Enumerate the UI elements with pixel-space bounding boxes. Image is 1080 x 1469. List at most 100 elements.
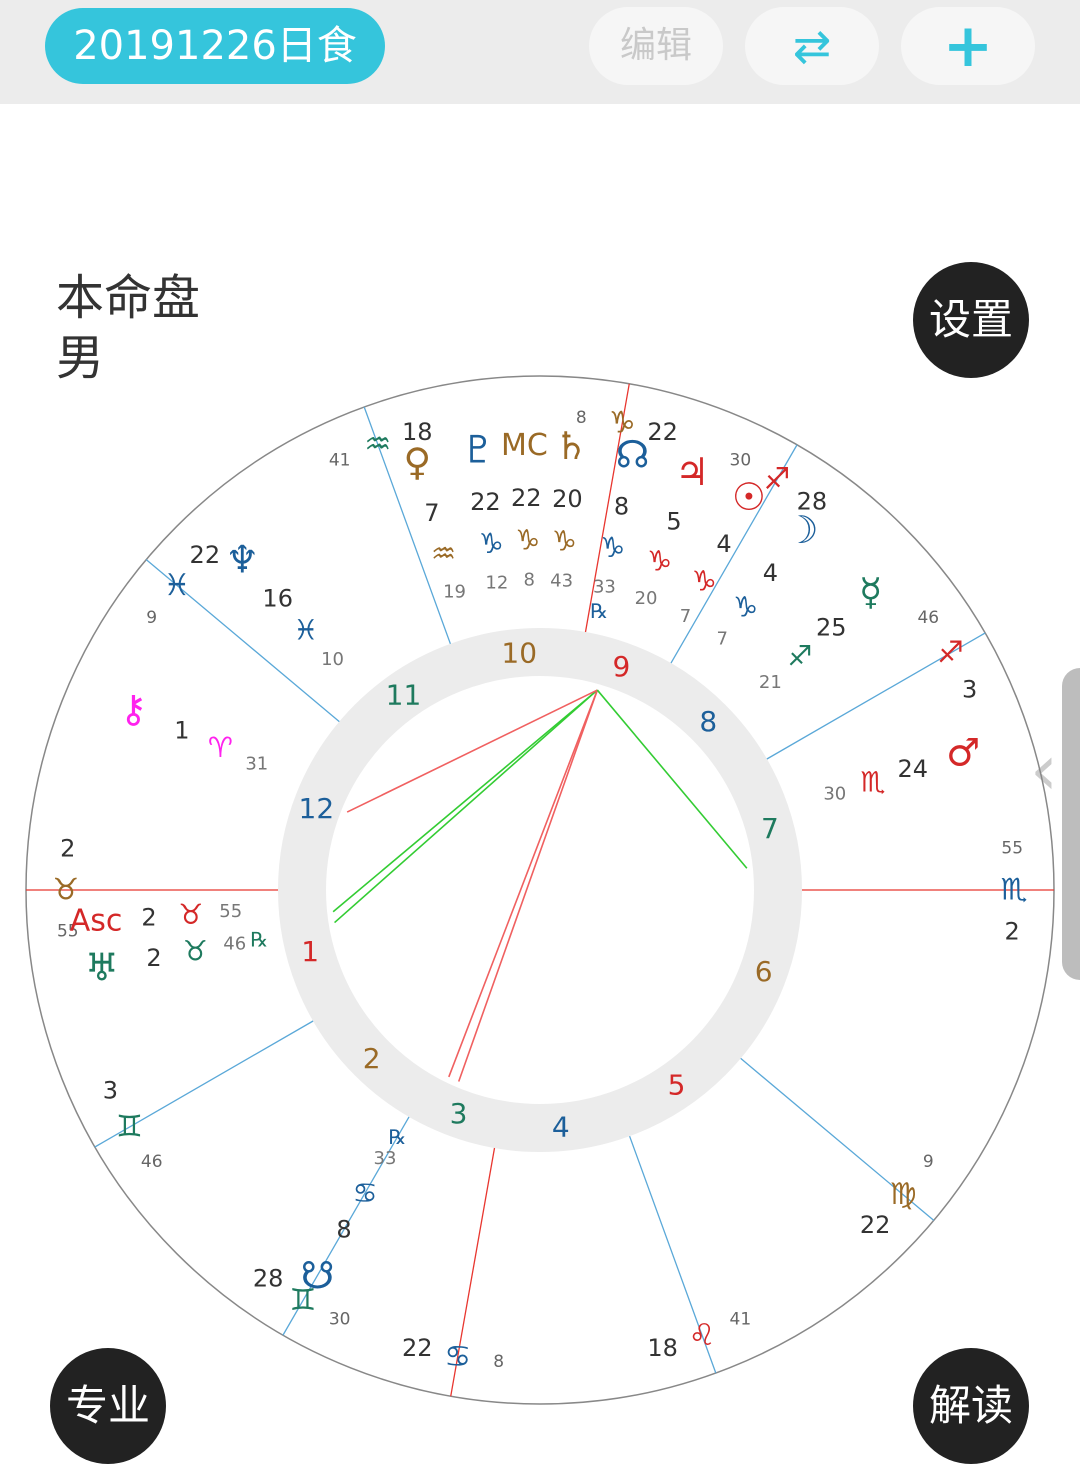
planet-jupiter-icon: ♃ [675,450,709,494]
planet-degree: 5 [666,508,681,536]
cusp-degree: 2 [1005,917,1020,945]
planet-minute: 31 [245,753,268,774]
planet-sign-icon: ♉ [178,898,203,931]
add-icon[interactable]: + [901,7,1035,85]
chart-title-button[interactable]: 20191226日食 [45,8,385,84]
cusp-degree: 22 [860,1211,891,1239]
house-number-7: 7 [761,812,779,845]
planet-degree: 22 [470,488,501,516]
planet-degree: 4 [716,530,731,558]
planet-sign-icon: ♑ [692,564,717,597]
planet-sign-icon: ♑ [647,545,672,578]
planet-neptune-icon: ♆ [225,537,259,581]
planet-minute: 30 [823,784,846,805]
edit-button[interactable]: 编辑 [589,7,723,85]
planet-degree: 22 [511,484,542,512]
planet-mc-icon: MC [501,428,548,463]
planet-moon-icon: ☽ [785,508,819,552]
planet-degree: 7 [424,499,439,527]
house-number-5: 5 [668,1068,686,1101]
planet-sign-icon: ♑ [733,590,758,623]
planet-minute: 33 [374,1148,397,1169]
cusp-degree: 3 [103,1076,118,1104]
planet-degree: 2 [146,944,161,972]
house-number-12: 12 [299,792,335,825]
cusp-degree: 3 [962,676,977,704]
retrograde-marker: ℞ [250,927,268,951]
planet-degree: 25 [816,614,847,642]
planet-sign-icon: ♑ [552,524,577,557]
planet-degree: 2 [141,903,156,931]
planet-sign-icon: ♓ [293,613,318,646]
retrograde-marker: ℞ [389,1125,407,1149]
planet-minute: 46 [223,933,246,954]
cusp-minute: 46 [141,1152,163,1172]
cusp-sign-icon: ♊ [116,1110,143,1145]
cusp-sign-icon: ♐ [937,636,964,671]
planet-degree: 1 [174,717,189,745]
cusp-minute: 30 [329,1310,351,1330]
planet-minute: 8 [523,570,534,591]
cusp-minute: 55 [1001,839,1023,859]
planet-sign-icon: ♉ [183,934,208,967]
cusp-degree: 22 [647,418,678,446]
house-number-3: 3 [450,1097,468,1130]
cusp-sign-icon: ♒ [364,427,391,462]
house-number-2: 2 [363,1042,381,1075]
planet-minute: 10 [321,649,344,670]
house-number-8: 8 [699,705,717,738]
planet-minute: 33 [593,576,616,597]
planet-sign-icon: ♋ [352,1177,377,1210]
planet-south-node-icon: ☋ [301,1253,335,1297]
retrograde-marker: ℞ [590,599,608,623]
cusp-degree: 22 [402,1334,433,1362]
cusp-sign-icon: ♉ [53,873,80,908]
planet-minute: 55 [219,901,242,922]
cusp-degree: 22 [190,541,221,569]
planet-sign-icon: ♑ [600,531,625,564]
planet-degree: 16 [262,585,293,613]
planet-saturn-icon: ♄ [554,424,588,468]
cusp-minute: 9 [923,1152,934,1172]
cusp-degree: 2 [60,835,75,863]
cusp-minute: 46 [917,608,939,628]
planet-minute: 7 [680,606,691,627]
planet-minute: 19 [443,582,466,603]
planet-sign-icon: ♑ [515,524,540,557]
house-number-11: 11 [386,679,422,712]
cusp-sign-icon: ♍ [890,1177,917,1212]
planet-sign-icon: ♏ [860,765,885,798]
cusp-minute: 41 [329,450,351,470]
house-number-4: 4 [552,1111,570,1144]
house-number-9: 9 [612,650,630,683]
cusp-sign-icon: ♏ [1001,873,1028,908]
planet-degree: 4 [763,559,778,587]
planet-asc-icon: Asc [70,904,123,939]
planet-minute: 20 [635,588,658,609]
planet-uranus-icon: ♅ [85,945,119,989]
planet-sun-icon: ☉ [732,475,766,519]
house-number-1: 1 [301,935,319,968]
house-number-10: 10 [501,636,537,669]
aspect-line [448,689,599,1078]
planet-minute: 7 [716,629,727,650]
planet-sign-icon: ♈ [208,731,233,764]
cusp-minute: 8 [493,1352,504,1372]
chart-type-label: 本命盘 [56,270,201,326]
cusp-minute: 9 [146,608,157,628]
planet-degree: 20 [552,485,583,513]
planet-mercury-icon: ☿ [859,570,882,614]
planet-venus-icon: ♀ [403,440,431,484]
planet-minute: 21 [759,672,782,693]
planet-sign-icon: ♑ [479,527,504,560]
planet-mars-icon: ♂ [946,730,980,774]
planet-minute: 43 [550,570,573,591]
cusp-minute: 41 [730,1310,752,1330]
planet-pluto-icon: ♇ [461,427,495,471]
planet-minute: 12 [485,573,508,594]
planet-degree: 8 [336,1215,351,1243]
planet-sign-icon: ♐ [788,639,813,672]
cusp-degree: 18 [647,1334,678,1362]
cusp-sign-icon: ♋ [444,1339,471,1374]
swap-icon[interactable]: ⇄ [745,7,879,85]
